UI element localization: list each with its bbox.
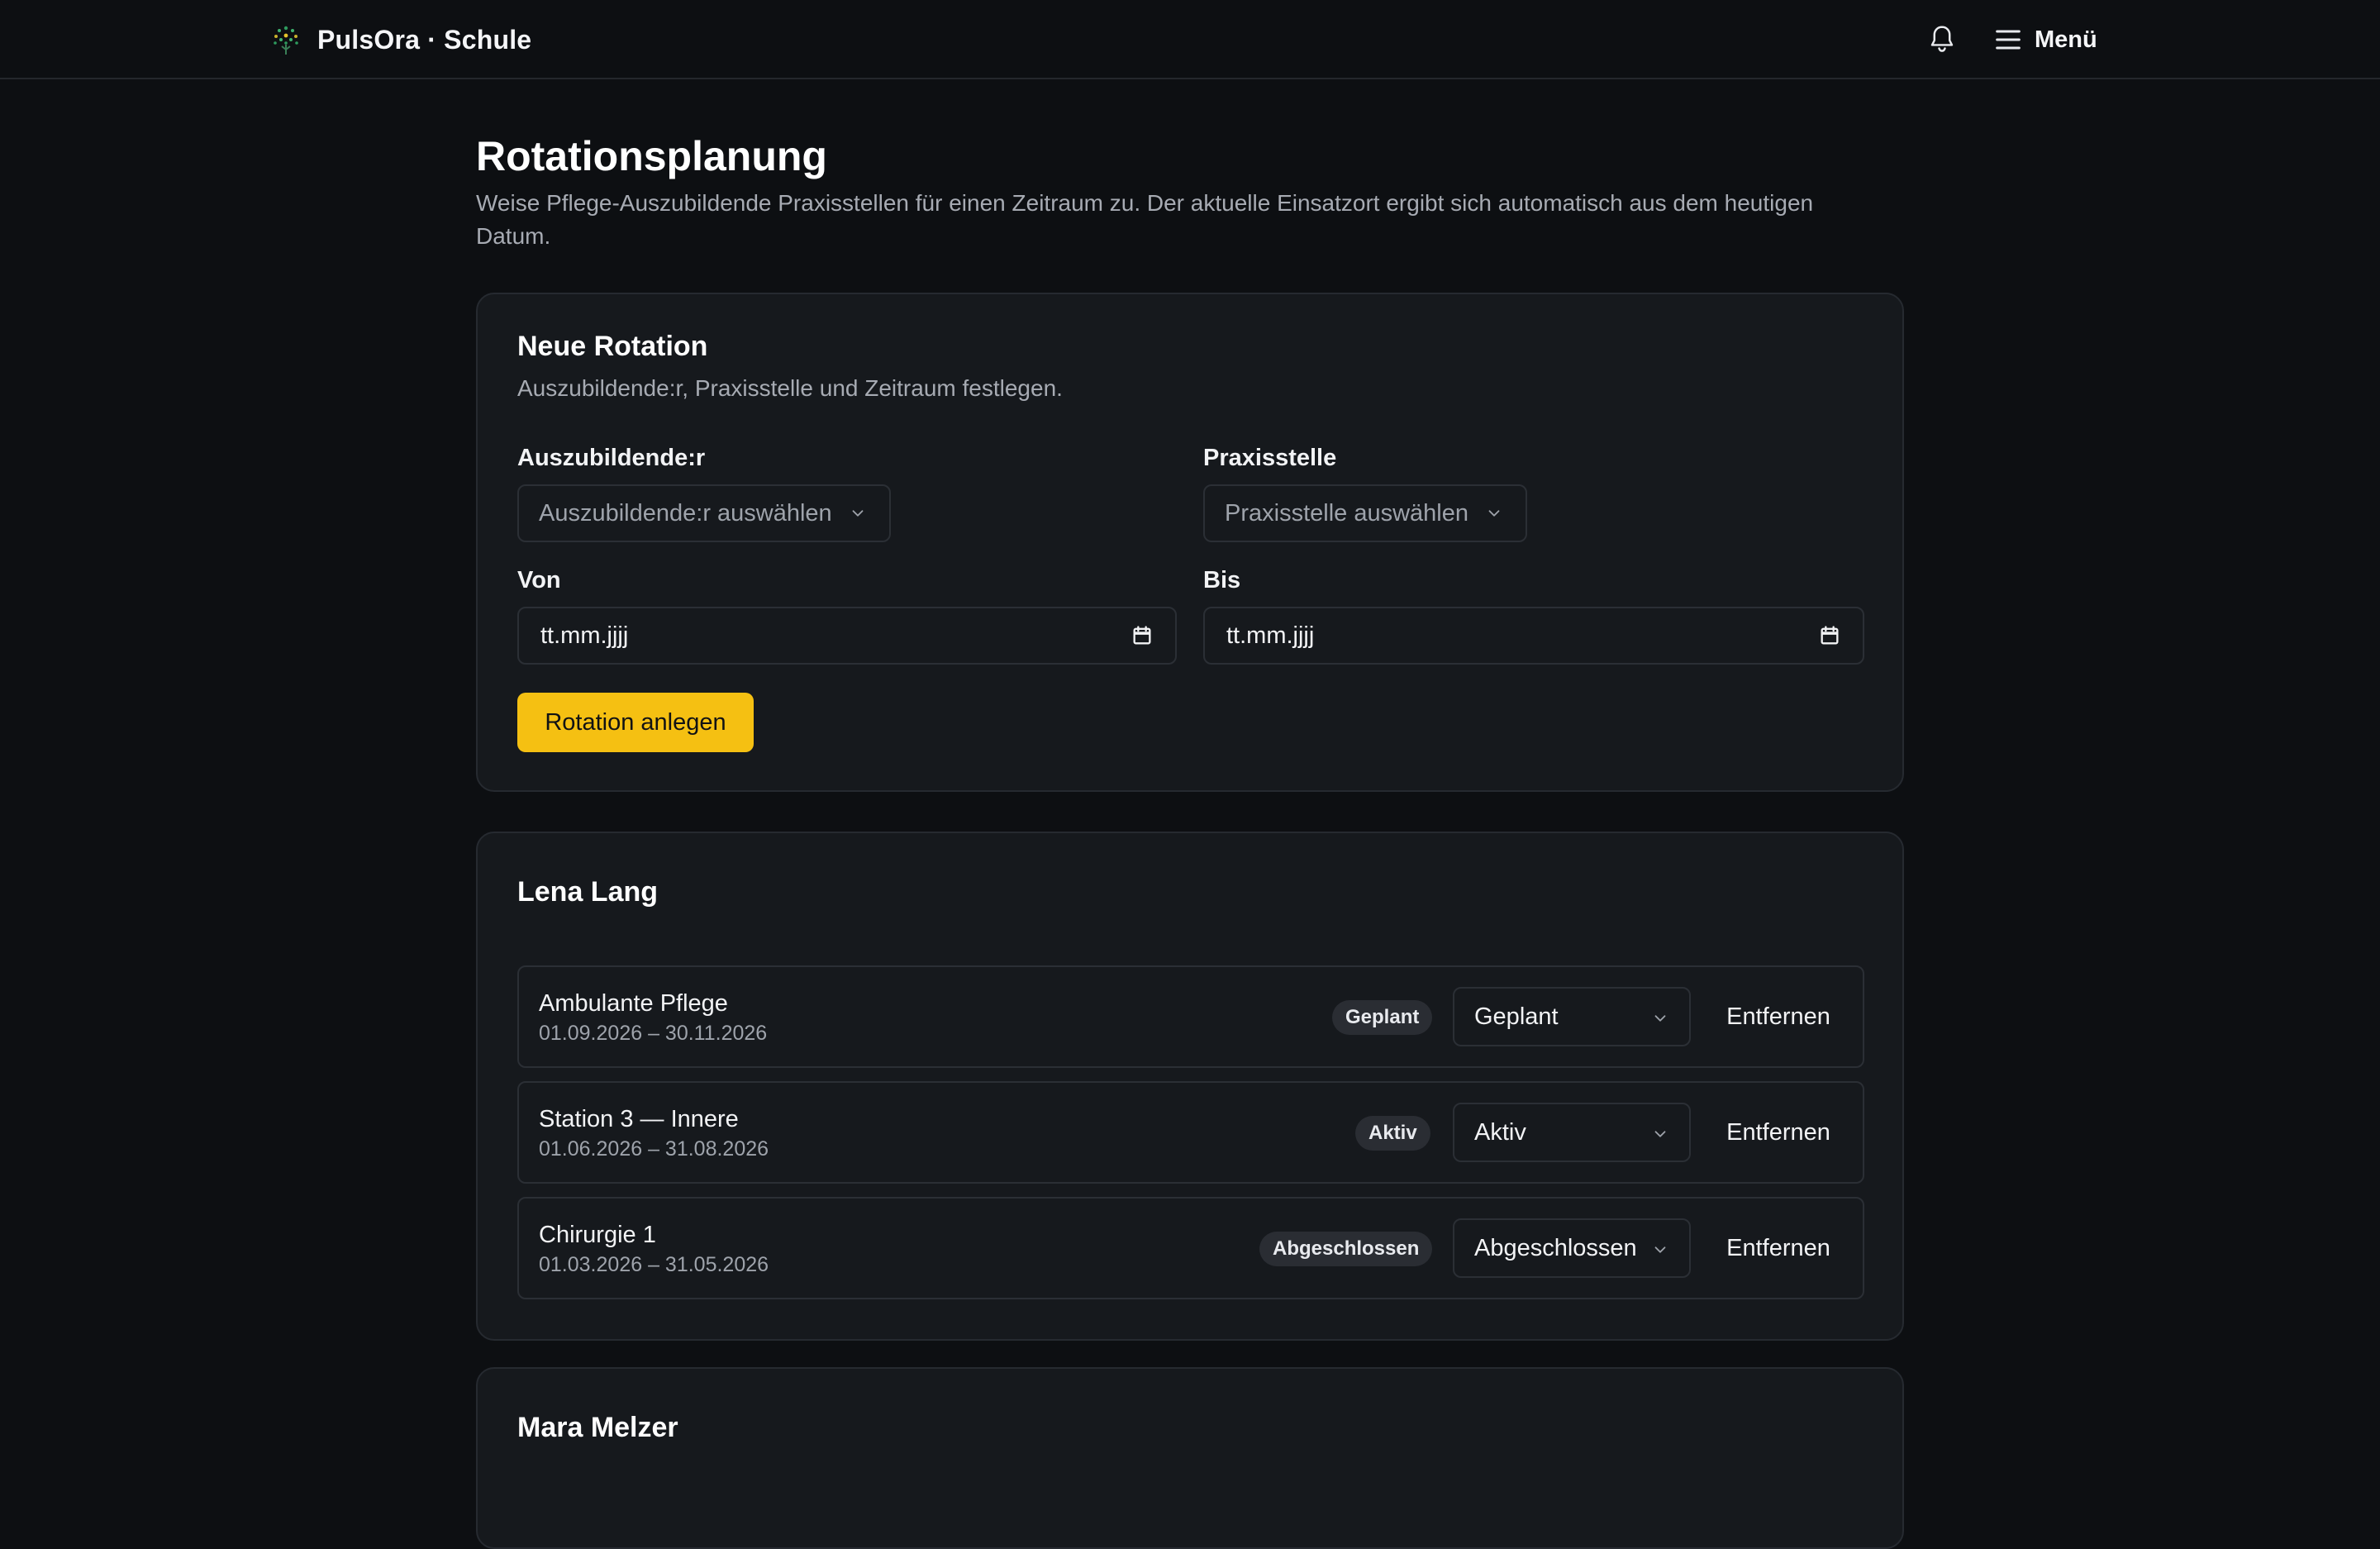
rotation-dates: 01.09.2026 – 30.11.2026 [539, 1022, 768, 1045]
to-date-value: tt.mm.jjjj [1226, 622, 1315, 649]
card-title: Neue Rotation [517, 331, 708, 362]
brand[interactable]: PulsOra · Schule [268, 20, 531, 60]
remove-rotation-button[interactable]: Entfernen [1709, 987, 1848, 1046]
create-rotation-button[interactable]: Rotation anlegen [517, 693, 754, 752]
top-navigation-bar: PulsOra · Schule Menü [0, 0, 2380, 79]
hamburger-icon [1996, 30, 2021, 50]
rotation-dates: 01.03.2026 – 31.05.2026 [539, 1253, 769, 1276]
trainee-select[interactable]: Auszubildende:r auswählen [517, 484, 891, 542]
status-select-value: Geplant [1474, 1003, 1559, 1030]
remove-rotation-button[interactable]: Entfernen [1709, 1218, 1848, 1278]
rotation-site: Station 3 — Innere [539, 1106, 739, 1132]
menu-button[interactable]: Menü [1992, 18, 2097, 61]
to-label: Bis [1203, 567, 1241, 593]
chevron-down-icon [852, 510, 864, 517]
trainee-name: Mara Melzer [517, 1412, 678, 1443]
status-badge: Aktiv [1355, 1116, 1430, 1151]
from-label: Von [517, 567, 561, 593]
status-badge: Abgeschlossen [1259, 1232, 1433, 1266]
status-select[interactable]: Aktiv [1453, 1103, 1691, 1162]
bell-icon [1930, 26, 1954, 52]
chevron-down-icon [1654, 1246, 1666, 1253]
rotation-site: Ambulante Pflege [539, 990, 728, 1017]
page-description: Weise Pflege-Auszubildende Praxisstellen… [476, 190, 1814, 249]
trainee-name: Lena Lang [517, 876, 659, 908]
trainee-rotation-card: Lena Lang Ambulante Pflege 01.09.2026 – … [476, 832, 1904, 1341]
to-date-input[interactable]: tt.mm.jjjj [1203, 607, 1864, 665]
menu-label: Menü [2035, 26, 2097, 53]
rotation-site: Chirurgie 1 [539, 1222, 656, 1248]
status-badge: Geplant [1332, 1000, 1433, 1035]
status-select[interactable]: Geplant [1453, 987, 1691, 1046]
site-label: Praxisstelle [1203, 445, 1337, 471]
status-select[interactable]: Abgeschlossen [1453, 1218, 1691, 1278]
calendar-icon[interactable] [1818, 624, 1841, 647]
rotation-row: Station 3 — Innere 01.06.2026 – 31.08.20… [517, 1081, 1864, 1184]
remove-rotation-button[interactable]: Entfernen [1709, 1103, 1848, 1162]
trainee-select-value: Auszubildende:r auswählen [539, 499, 832, 527]
chevron-down-icon [1654, 1015, 1666, 1022]
calendar-icon[interactable] [1130, 624, 1154, 647]
trainee-rotation-card: Mara Melzer [476, 1367, 1904, 1549]
brand-name: PulsOra · Schule [317, 24, 532, 55]
rotation-dates: 01.06.2026 – 31.08.2026 [539, 1137, 769, 1161]
page-title: Rotationsplanung [476, 133, 827, 179]
leaf-logo-icon [274, 26, 298, 55]
notifications-button[interactable] [1924, 21, 1960, 58]
trainee-label: Auszubildende:r [517, 445, 706, 471]
status-select-value: Aktiv [1474, 1118, 1526, 1146]
from-date-input[interactable]: tt.mm.jjjj [517, 607, 1177, 665]
rotation-row: Ambulante Pflege 01.09.2026 – 30.11.2026… [517, 965, 1864, 1068]
site-select[interactable]: Praxisstelle auswählen [1203, 484, 1527, 542]
from-date-value: tt.mm.jjjj [540, 622, 629, 649]
rotation-row: Chirurgie 1 01.03.2026 – 31.05.2026 Abge… [517, 1197, 1864, 1299]
new-rotation-card: Neue Rotation Auszubildende:r, Praxisste… [476, 293, 1904, 792]
card-subtitle: Auszubildende:r, Praxisstelle und Zeitra… [517, 375, 1063, 401]
chevron-down-icon [1654, 1131, 1666, 1137]
chevron-down-icon [1488, 510, 1500, 517]
status-select-value: Abgeschlossen [1474, 1234, 1637, 1261]
site-select-value: Praxisstelle auswählen [1225, 499, 1468, 527]
